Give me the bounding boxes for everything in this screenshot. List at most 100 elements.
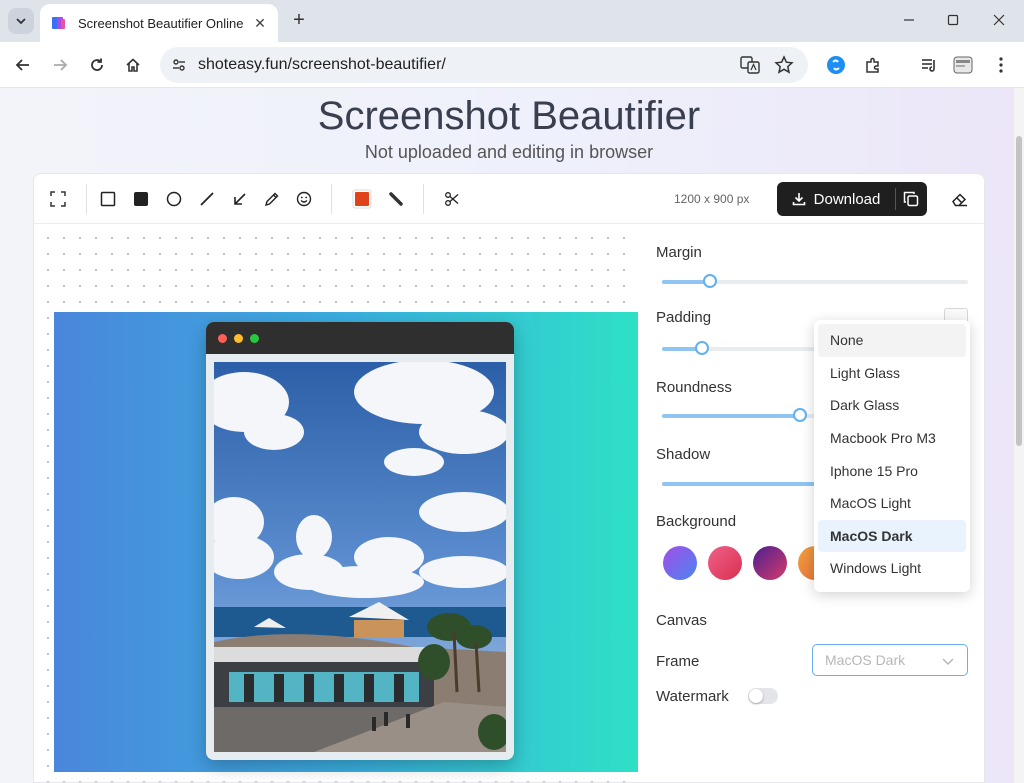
frame-option-macos-dark[interactable]: MacOS Dark: [818, 519, 966, 553]
margin-slider-knob[interactable]: [703, 274, 717, 288]
reload-button[interactable]: [84, 52, 110, 78]
tab-close-icon[interactable]: ✕: [252, 15, 268, 31]
rectangle-filled-icon: [134, 192, 148, 206]
stroke-width-icon: [389, 192, 403, 206]
watermark-toggle-knob: [749, 689, 763, 703]
frame-option-macbook-pro-m3[interactable]: Macbook Pro M3: [818, 422, 966, 455]
home-button[interactable]: [120, 52, 146, 78]
frame-label: Frame: [656, 653, 700, 670]
editor: 1200 x 900 px Download Margin Padding Ro…: [33, 173, 985, 783]
chevron-down-icon: [942, 658, 954, 666]
fullscreen-icon: [50, 191, 66, 207]
new-tab-button[interactable]: +: [288, 9, 310, 31]
media-queue-icon[interactable]: [918, 54, 940, 76]
watermark-label: Watermark: [656, 688, 729, 705]
frame-option-none[interactable]: None: [818, 324, 966, 357]
circle-tool[interactable]: [162, 187, 186, 211]
background-swatch[interactable]: [663, 546, 697, 580]
canvas-label: Canvas: [656, 612, 707, 629]
watermark-toggle[interactable]: [748, 688, 778, 704]
background-swatch[interactable]: [753, 546, 787, 580]
window-close-button[interactable]: [984, 8, 1014, 32]
page-title: Screenshot Beautifier: [317, 94, 701, 138]
color-swatch-icon: [352, 189, 372, 209]
window-minimize-dot: [234, 334, 243, 343]
download-button[interactable]: Download: [777, 182, 895, 216]
line-tool[interactable]: [195, 187, 219, 211]
browser-toolbar: shoteasy.fun/screenshot-beautifier/: [0, 42, 1024, 88]
copy-icon: [903, 191, 919, 207]
filled-rectangle-tool[interactable]: [129, 187, 153, 211]
background-label: Background: [656, 513, 737, 530]
site-info-icon[interactable]: [170, 56, 188, 74]
roundness-slider-fill: [662, 414, 800, 418]
arrow-down-left-icon: [234, 193, 246, 205]
padding-label: Padding: [656, 309, 712, 326]
margin-label: Margin: [656, 244, 702, 261]
mockup-window[interactable]: [206, 322, 514, 760]
shadow-slider-fill: [662, 482, 815, 486]
frame-dropdown: None Light Glass Dark Glass Macbook Pro …: [814, 320, 970, 592]
stroke-width-tool[interactable]: [384, 187, 408, 211]
margin-slider[interactable]: [662, 274, 968, 288]
browser-menu-icon[interactable]: [990, 54, 1012, 76]
window-title-bar: [206, 322, 514, 354]
settings-panel: Margin Padding Roundness Shadow Backgrou…: [638, 224, 984, 782]
reload-icon: [91, 58, 103, 71]
rectangle-tool[interactable]: [96, 187, 120, 211]
minimize-icon: [904, 19, 914, 21]
scissors-icon: [445, 192, 459, 206]
toolbar-separator: [331, 184, 332, 214]
extension-shazam-icon[interactable]: [825, 54, 847, 76]
extensions-puzzle-icon[interactable]: [862, 54, 884, 76]
crop-tool[interactable]: [440, 187, 464, 211]
rectangle-outline-icon: [100, 191, 116, 207]
toolbar-separator: [86, 184, 87, 214]
emoji-tool[interactable]: [292, 187, 316, 211]
pencil-icon: [264, 192, 279, 207]
canvas-area[interactable]: [34, 224, 638, 782]
page: Screenshot Beautifier Not uploaded and e…: [0, 88, 1024, 783]
arrow-right-icon: [54, 59, 68, 71]
pencil-tool[interactable]: [260, 187, 284, 211]
background-swatch[interactable]: [708, 546, 742, 580]
back-button[interactable]: [10, 52, 36, 78]
frame-select-value: MacOS Dark: [825, 652, 906, 668]
button-divider: [895, 188, 896, 210]
roundness-label: Roundness: [656, 379, 732, 396]
profile-avatar-icon[interactable]: [952, 54, 974, 76]
maximize-icon: [947, 14, 959, 26]
frame-option-windows-light[interactable]: Windows Light: [818, 552, 966, 585]
circle-icon: [166, 191, 182, 207]
translate-icon[interactable]: [740, 55, 760, 75]
fullscreen-button[interactable]: [46, 187, 70, 211]
eraser-icon: [952, 193, 967, 207]
roundness-slider-knob[interactable]: [793, 408, 807, 422]
tab-search-button[interactable]: [8, 8, 34, 34]
copy-button[interactable]: [898, 186, 924, 212]
chevron-down-icon: [16, 18, 26, 25]
window-minimize-button[interactable]: [894, 8, 924, 32]
home-icon: [126, 58, 140, 72]
frame-option-light-glass[interactable]: Light Glass: [818, 357, 966, 390]
address-bar[interactable]: shoteasy.fun/screenshot-beautifier/: [160, 47, 808, 83]
arrow-tool[interactable]: [228, 187, 252, 211]
frame-select[interactable]: MacOS Dark: [812, 644, 968, 676]
frame-option-dark-glass[interactable]: Dark Glass: [818, 389, 966, 422]
frame-option-macos-light[interactable]: MacOS Light: [818, 487, 966, 520]
scrollbar-thumb[interactable]: [1016, 136, 1022, 446]
window-maximize-button[interactable]: [938, 8, 968, 32]
color-picker[interactable]: [350, 187, 374, 211]
frame-option-iphone-15-pro[interactable]: Iphone 15 Pro: [818, 454, 966, 487]
browser-tab[interactable]: Screenshot Beautifier Online | ✕: [40, 4, 278, 42]
forward-button[interactable]: [47, 52, 73, 78]
bookmark-star-icon[interactable]: [774, 55, 794, 75]
app-logo-icon: [52, 17, 65, 29]
download-icon: [792, 193, 805, 206]
shadow-label: Shadow: [656, 446, 711, 463]
download-button-group: Download: [777, 182, 927, 216]
url-text: shoteasy.fun/screenshot-beautifier/: [198, 56, 446, 73]
padding-slider-knob[interactable]: [695, 341, 709, 355]
clear-button[interactable]: [948, 187, 972, 211]
page-scrollbar[interactable]: [1014, 88, 1024, 783]
